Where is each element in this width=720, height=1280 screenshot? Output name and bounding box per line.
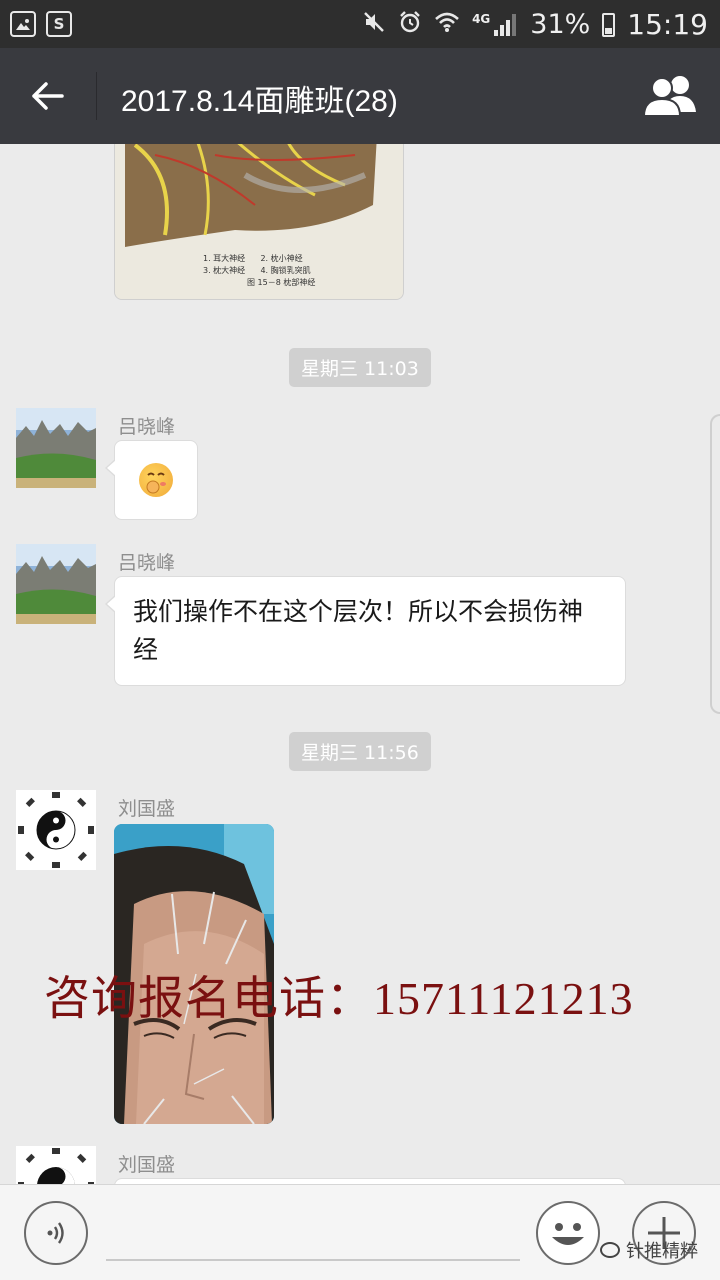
landscape-avatar-image <box>16 408 96 488</box>
emoji-icon <box>139 463 173 497</box>
yin-yang-avatar-image <box>16 1146 96 1184</box>
chat-header: 2017.8.14面雕班(28) <box>0 48 720 144</box>
sender-name: 刘国盛 <box>118 1154 176 1176</box>
yin-yang-avatar-image <box>16 790 96 870</box>
chat-title: 2017.8.14面雕班(28) <box>121 85 398 118</box>
status-bar: S 4G 31% 15:19 <box>0 0 720 48</box>
network-type: 4G <box>472 11 491 26</box>
header-divider <box>96 72 97 120</box>
clock: 15:19 <box>627 8 708 41</box>
app-notification-icon: S <box>46 11 72 37</box>
anatomy-image-message[interactable]: 1. 耳大神经 2. 枕小神经 3. 枕大神经 4. 胸锁乳突肌 图 15－8 … <box>114 144 404 300</box>
gallery-notification-icon <box>10 11 36 37</box>
emoji-button[interactable] <box>536 1201 600 1265</box>
sender-name: 吕晓峰 <box>118 552 176 574</box>
battery-icon <box>602 12 616 37</box>
caption-line-3: 3. 枕大神经 <box>203 266 246 275</box>
alarm-icon <box>398 10 422 40</box>
chat-area[interactable]: 1. 耳大神经 2. 枕小神经 3. 枕大神经 4. 胸锁乳突肌 图 15－8 … <box>0 144 720 1184</box>
avatar[interactable] <box>16 408 96 488</box>
message-input[interactable] <box>106 1209 520 1261</box>
watermark-phone-text: 咨询报名电话：15711121213 <box>44 973 634 1024</box>
group-members-button[interactable] <box>642 72 700 120</box>
emoji-message-bubble[interactable] <box>105 440 198 520</box>
message-text: 我们操作不在这个层次！所以不会损伤神经 <box>133 597 584 664</box>
figure-caption: 1. 耳大神经 2. 枕小神经 3. 枕大神经 4. 胸锁乳突肌 图 15－8 … <box>203 253 315 289</box>
caption-line-1: 1. 耳大神经 <box>203 254 246 263</box>
battery-percent: 31% <box>530 9 591 40</box>
sender-name: 吕晓峰 <box>118 416 176 438</box>
caption-figure-label: 图 15－8 枕部神经 <box>247 278 316 287</box>
back-button[interactable] <box>24 72 72 120</box>
avatar[interactable] <box>16 790 96 870</box>
avatar[interactable] <box>16 544 96 624</box>
caption-line-4: 4. 胸锁乳突肌 <box>260 266 311 275</box>
landscape-avatar-image <box>16 544 96 624</box>
brand-watermark: 针推精粹 <box>600 1237 698 1263</box>
wechat-logo-icon <box>600 1242 620 1258</box>
voice-input-button[interactable] <box>24 1201 88 1265</box>
text-message-bubble[interactable]: 我们操作不在这个层次！所以不会损伤神经 <box>105 576 626 686</box>
avatar[interactable] <box>16 1146 96 1184</box>
sender-name: 刘国盛 <box>118 798 176 820</box>
voice-wave-icon <box>47 1222 64 1244</box>
brand-text: 针推精粹 <box>626 1241 698 1262</box>
signal-icon <box>494 13 518 36</box>
timestamp-divider: 星期三 11:56 <box>289 732 431 771</box>
mute-icon <box>362 10 386 40</box>
input-bar: 针推精粹 <box>0 1184 720 1280</box>
wifi-icon <box>434 11 460 39</box>
caption-line-2: 2. 枕小神经 <box>260 254 303 263</box>
smiley-icon <box>552 1223 584 1245</box>
back-arrow-icon <box>32 82 64 110</box>
scrollbar[interactable] <box>710 414 720 714</box>
group-people-icon <box>642 76 696 117</box>
timestamp-divider: 星期三 11:03 <box>289 348 431 387</box>
